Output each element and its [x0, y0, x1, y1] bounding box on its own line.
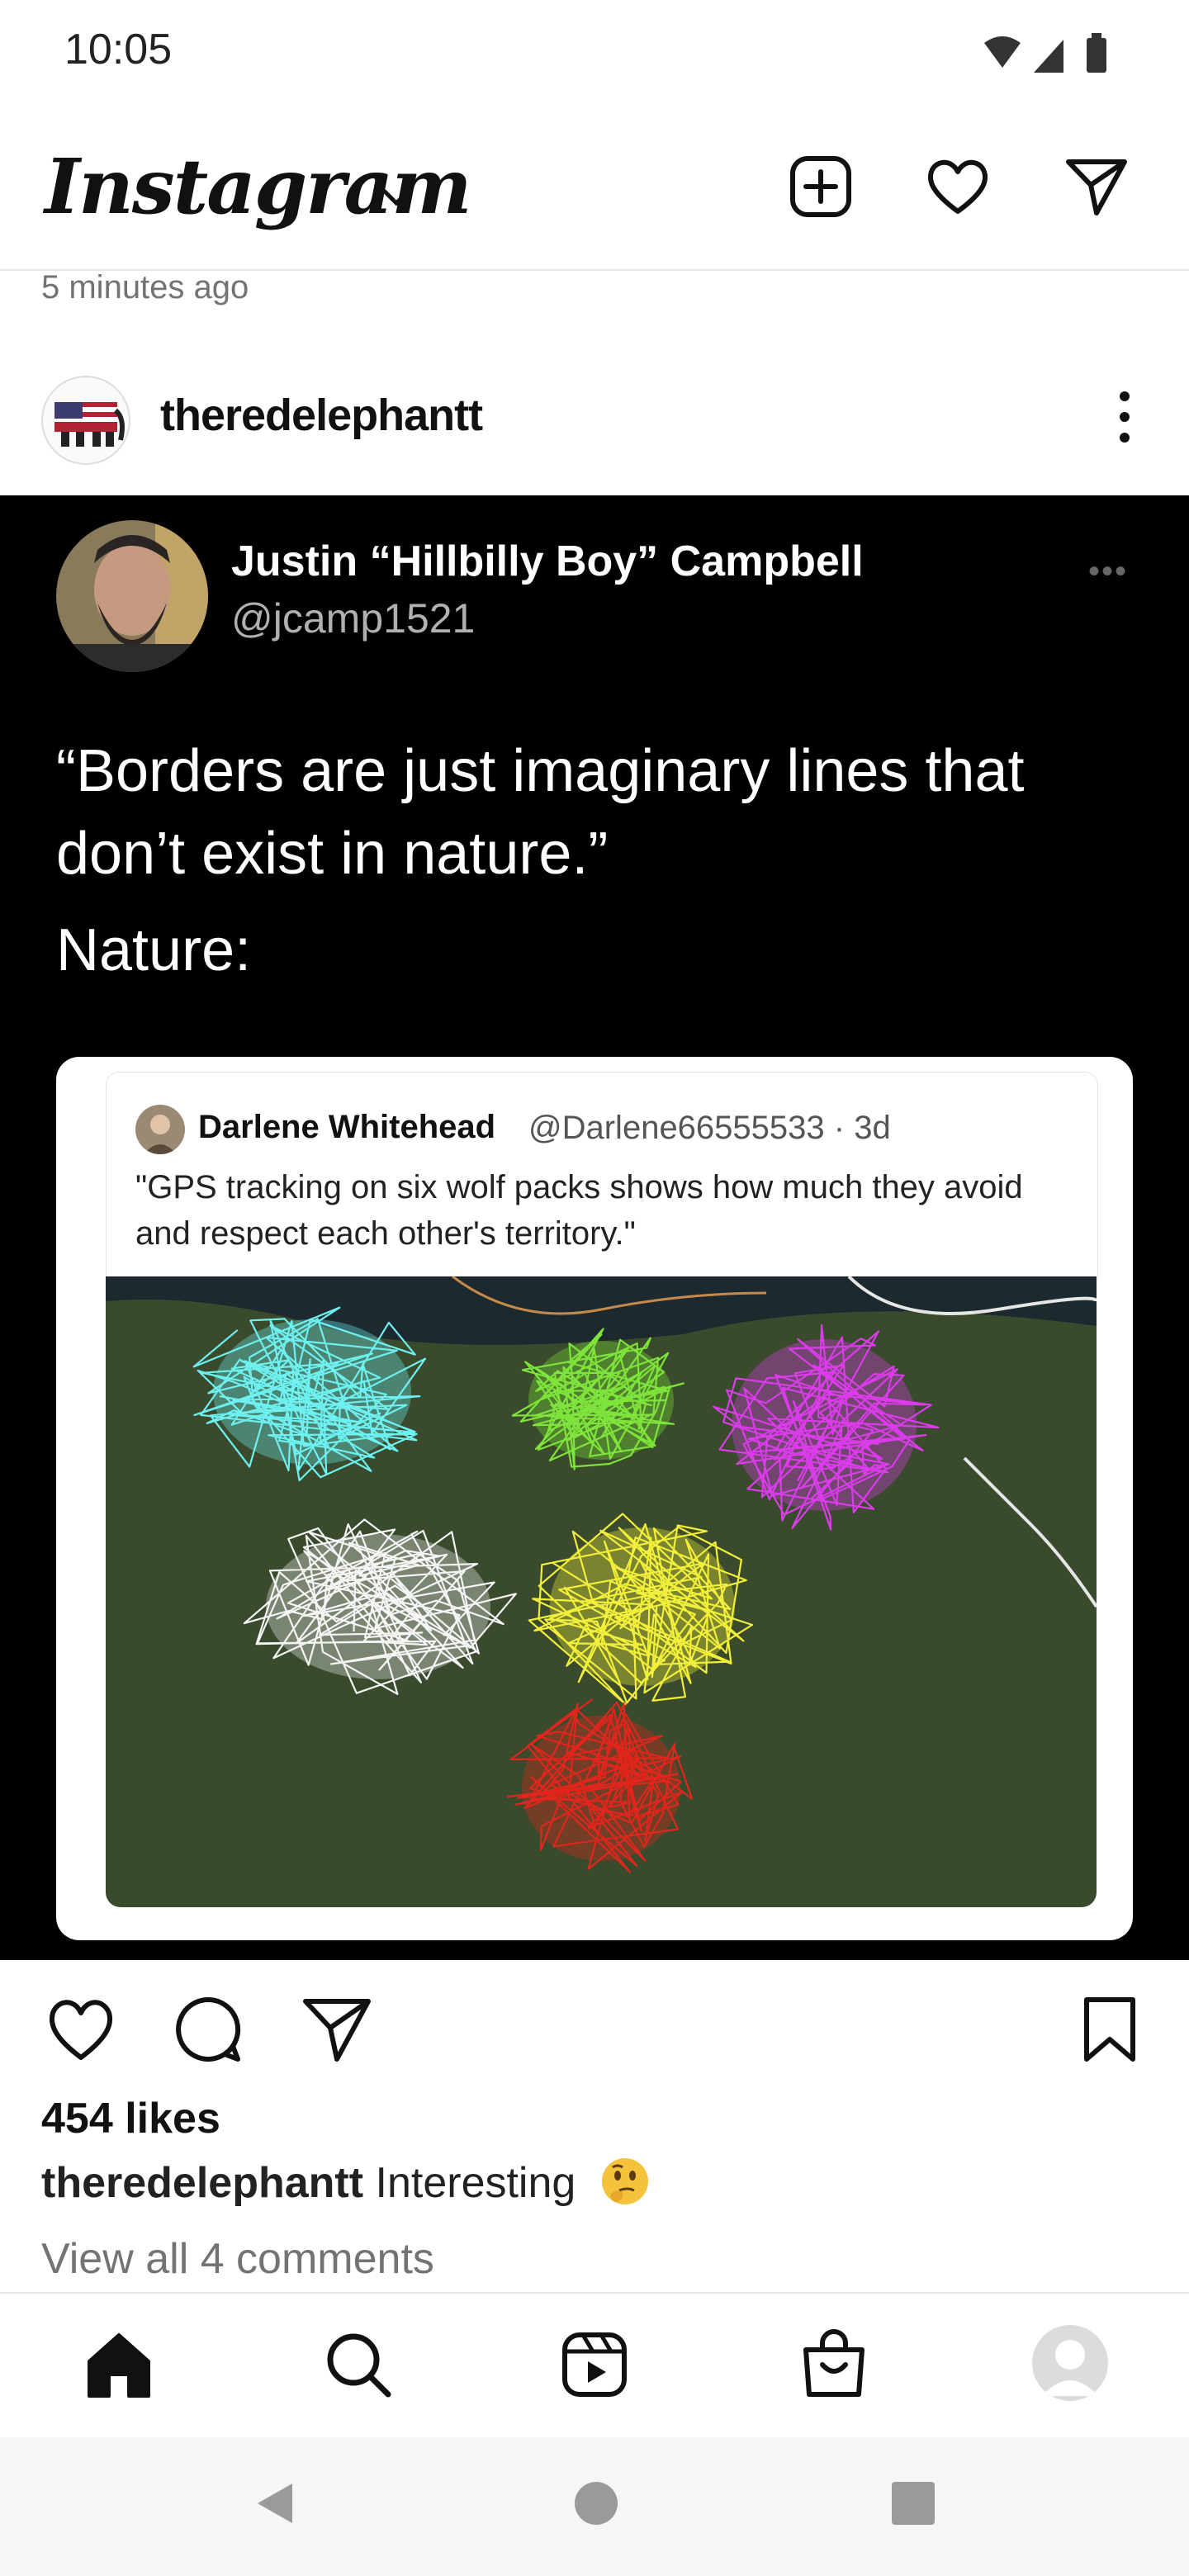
- wolf-pack-gps-map: [106, 1276, 1097, 1907]
- send-icon[interactable]: [1063, 154, 1130, 220]
- add-post-icon[interactable]: [788, 154, 854, 220]
- more-options-icon[interactable]: [1106, 388, 1143, 446]
- bookmark-icon[interactable]: [1073, 1993, 1146, 2066]
- elephant-flag-logo: [54, 402, 125, 447]
- like-icon[interactable]: [45, 1993, 117, 2066]
- signal-icon: [1034, 40, 1063, 73]
- tweet-author-name: Justin “Hillbilly Boy” Campbell: [231, 537, 864, 585]
- home-circle-icon[interactable]: [571, 2479, 621, 2528]
- tweet-text-nature: Nature:: [56, 917, 252, 983]
- quoted-author-avatar: [135, 1105, 185, 1154]
- back-icon[interactable]: [249, 2479, 299, 2528]
- tweet-text: “Borders are just imaginary lines that d…: [56, 738, 1025, 887]
- quoted-author-meta: @Darlene66555533 · 3d: [528, 1110, 891, 1146]
- tweet-author-handle: @jcamp1521: [231, 595, 476, 642]
- profile-avatar[interactable]: [1032, 2325, 1108, 2401]
- comment-icon[interactable]: [172, 1993, 244, 2066]
- view-comments-link[interactable]: View all 4 comments: [41, 2234, 434, 2284]
- post-author-name[interactable]: theredelephantt: [160, 390, 483, 441]
- post-caption: theredelephantt Interesting: [41, 2158, 651, 2208]
- chevron-down-icon[interactable]: [380, 185, 413, 210]
- quoted-tweet-text: "GPS tracking on six wolf packs shows ho…: [135, 1169, 1023, 1252]
- reels-icon[interactable]: [558, 2328, 631, 2401]
- thinking-face-emoji-icon: [601, 2158, 648, 2205]
- caption-text: Interesting: [375, 2159, 576, 2207]
- recents-icon[interactable]: [888, 2479, 938, 2528]
- previous-post-time: 5 minutes ago: [41, 269, 249, 305]
- status-icons: [984, 33, 1106, 73]
- wifi-icon: [984, 36, 1021, 68]
- quoted-author-name: Darlene Whitehead: [198, 1109, 496, 1145]
- tweet-more-icon: •••: [1088, 553, 1129, 590]
- share-icon[interactable]: [301, 1993, 373, 2066]
- status-time: 10:05: [64, 26, 173, 73]
- tweet-author-avatar: [56, 520, 208, 672]
- battery-icon: [1087, 38, 1106, 73]
- like-count[interactable]: 454 likes: [41, 2094, 220, 2143]
- search-icon[interactable]: [322, 2328, 395, 2401]
- caption-author[interactable]: theredelephantt: [41, 2159, 363, 2207]
- shop-icon[interactable]: [798, 2328, 870, 2401]
- home-icon[interactable]: [83, 2328, 155, 2401]
- post-author-avatar[interactable]: [41, 376, 130, 465]
- heart-icon[interactable]: [925, 154, 991, 220]
